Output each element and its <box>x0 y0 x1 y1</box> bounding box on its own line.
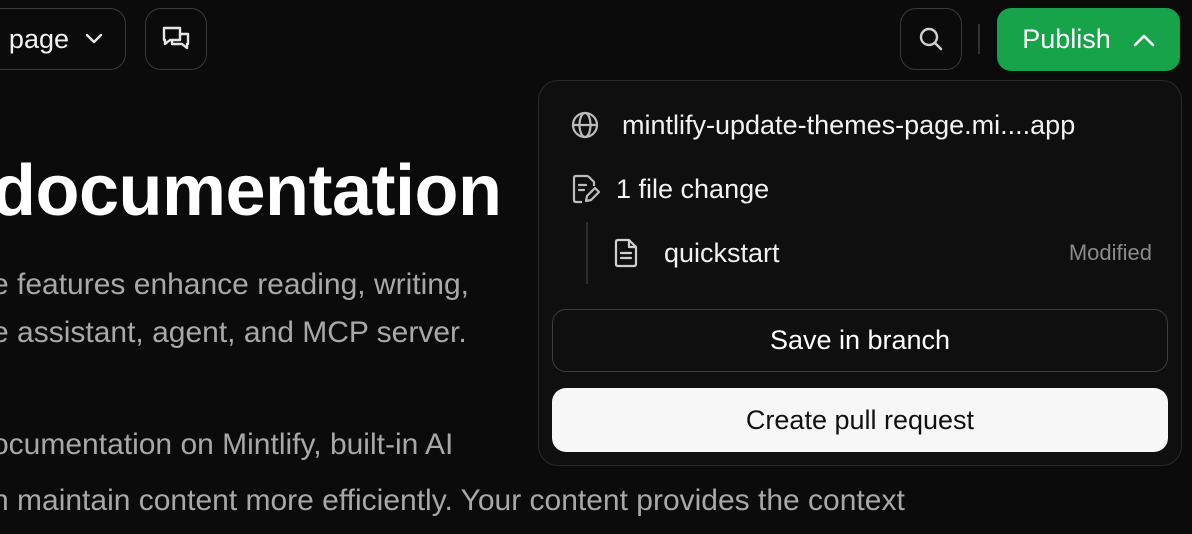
file-changes-row: 1 file change <box>570 172 769 206</box>
file-text-icon <box>612 237 640 269</box>
chevron-up-icon <box>1133 33 1155 47</box>
page-dropdown-label: page <box>8 23 69 54</box>
search-button[interactable] <box>900 8 962 70</box>
editor-page: documentation e features enhance reading… <box>0 0 1192 534</box>
save-in-branch-button[interactable]: Save in branch <box>552 309 1168 372</box>
doc-paragraph-line: n maintain content more efficiently. You… <box>0 484 905 517</box>
chat-button[interactable] <box>145 8 207 70</box>
publish-button[interactable]: Publish <box>997 8 1180 71</box>
search-icon <box>917 25 945 53</box>
page-dropdown[interactable]: page <box>0 8 126 70</box>
toolbar-divider <box>978 24 980 54</box>
globe-icon <box>570 110 600 140</box>
deployment-url-row[interactable]: mintlify-update-themes-page.mi....app <box>570 108 1075 142</box>
messages-icon <box>160 24 192 54</box>
page-title: documentation <box>0 151 502 231</box>
chevron-down-icon <box>85 33 103 45</box>
tree-connector <box>586 222 588 284</box>
changed-file-item[interactable]: quickstart <box>612 236 780 270</box>
change-summary: 1 file change <box>616 173 770 204</box>
file-name: quickstart <box>664 237 780 268</box>
create-pull-request-button[interactable]: Create pull request <box>552 388 1168 452</box>
file-status-badge: Modified <box>1068 240 1152 265</box>
publish-label: Publish <box>1022 24 1111 54</box>
doc-paragraph-line: ocumentation on Mintlify, built-in AI <box>0 428 454 461</box>
doc-paragraph-line: e features enhance reading, writing, <box>0 268 469 301</box>
deployment-url: mintlify-update-themes-page.mi....app <box>622 109 1076 140</box>
file-edit-icon <box>570 173 600 205</box>
doc-paragraph-line: e assistant, agent, and MCP server. <box>0 316 467 349</box>
